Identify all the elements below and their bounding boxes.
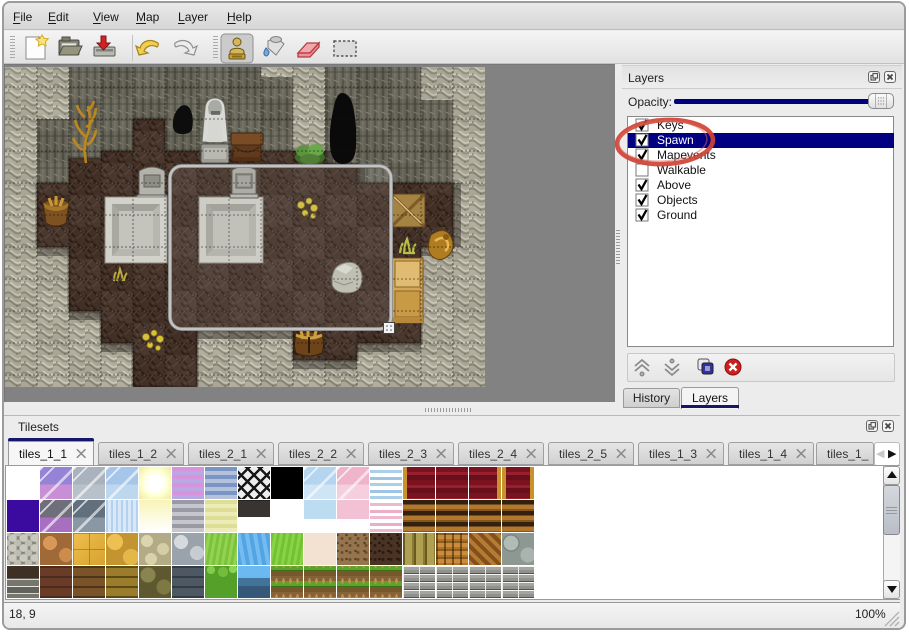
svg-text:Above: Above [657, 178, 691, 192]
svg-text:Objects: Objects [657, 193, 698, 207]
svg-text:Ground: Ground [657, 208, 697, 222]
